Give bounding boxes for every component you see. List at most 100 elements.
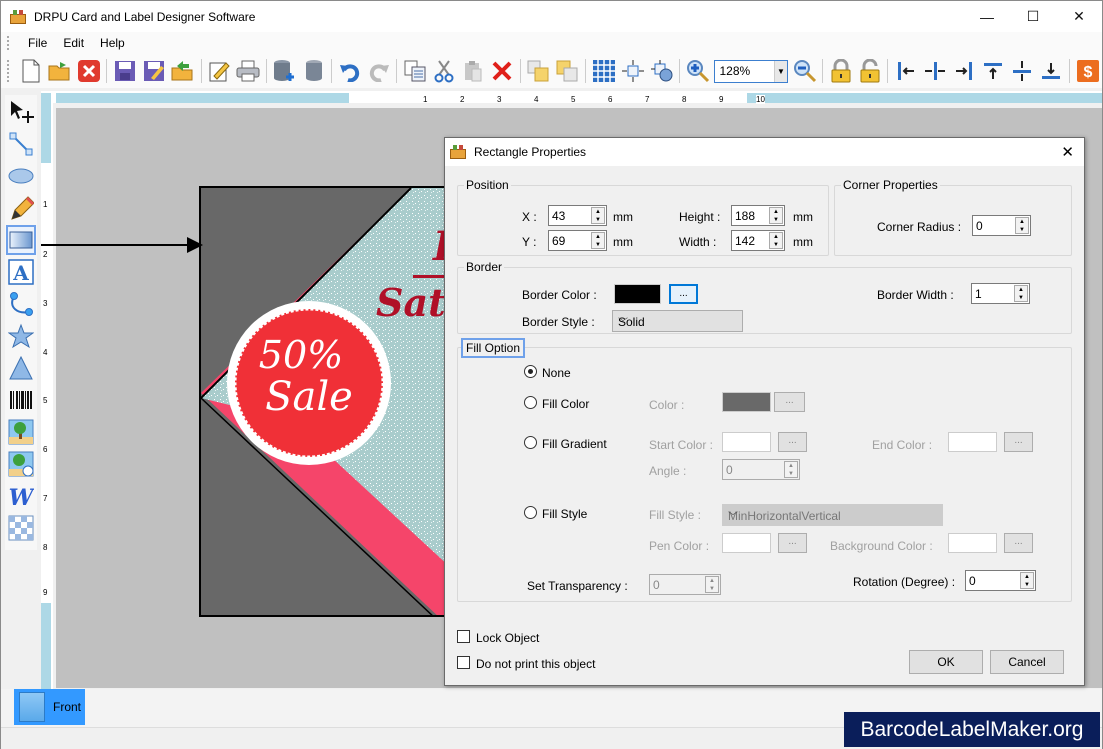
border-color-picker-button[interactable]: ... (669, 284, 698, 304)
align-center-button[interactable] (922, 58, 947, 84)
text-tool[interactable]: A (6, 257, 36, 287)
lock-button[interactable] (828, 58, 853, 84)
zoom-level-select[interactable]: 128% ▼ (714, 59, 788, 83)
lock-object-checkbox[interactable] (457, 630, 470, 643)
align-middle-button[interactable] (1010, 58, 1035, 84)
unlock-button[interactable] (857, 58, 882, 84)
x-spinner[interactable]: ▲ ▼ (591, 207, 605, 224)
fill-gradient-radio[interactable] (524, 436, 537, 449)
ok-button[interactable]: OK (909, 650, 983, 674)
database-add-button[interactable] (272, 58, 297, 84)
width-spinner[interactable]: ▲ ▼ (769, 232, 783, 249)
wordart-tool[interactable]: W (6, 481, 36, 511)
cancel-button[interactable]: Cancel (990, 650, 1064, 674)
new-button[interactable] (18, 58, 43, 84)
redo-button[interactable] (366, 58, 391, 84)
fill-color-label[interactable]: Fill Color (542, 397, 589, 411)
border-style-select[interactable]: Solid ﹀ (612, 310, 743, 332)
close-file-button[interactable] (76, 58, 101, 84)
zoom-out-button[interactable] (792, 58, 817, 84)
menu-file[interactable]: File (20, 36, 55, 50)
align-right-button[interactable] (952, 58, 977, 84)
height-spinner[interactable]: ▲ ▼ (769, 207, 783, 224)
fill-style-radio[interactable] (524, 506, 537, 519)
image-library-tool[interactable] (6, 449, 36, 479)
width-input[interactable]: 142 ▲ ▼ (731, 230, 785, 251)
rotation-input[interactable]: 0 ▲ ▼ (965, 570, 1036, 591)
undo-button[interactable] (337, 58, 362, 84)
menu-edit[interactable]: Edit (55, 36, 92, 50)
do-not-print-label[interactable]: Do not print this object (476, 657, 595, 671)
minimize-button[interactable]: — (964, 1, 1010, 32)
height-unit: mm (793, 210, 813, 224)
rotate-settings-button[interactable] (649, 58, 674, 84)
dialog-close-button[interactable]: ✕ (1061, 143, 1074, 161)
fill-none-label[interactable]: None (542, 366, 571, 380)
border-color-swatch[interactable] (614, 284, 661, 304)
triangle-tool[interactable] (6, 353, 36, 383)
center-icon (621, 60, 644, 82)
database-button[interactable] (301, 58, 326, 84)
paste-button[interactable] (461, 58, 486, 84)
cut-button[interactable] (431, 58, 456, 84)
corner-radius-input[interactable]: 0 ▲ ▼ (972, 215, 1031, 236)
lock-object-label[interactable]: Lock Object (476, 631, 539, 645)
corner-radius-spinner[interactable]: ▲ ▼ (1015, 217, 1029, 234)
fill-none-radio[interactable] (524, 365, 537, 378)
watermark-icon (8, 515, 34, 541)
rectangle-tool[interactable] (6, 225, 36, 255)
pencil-tool[interactable] (6, 193, 36, 223)
save-button[interactable] (112, 58, 137, 84)
grid-button[interactable] (591, 58, 616, 84)
menu-help[interactable]: Help (92, 36, 133, 50)
start-color-picker-button: ... (778, 432, 807, 452)
save-as-button[interactable] (141, 58, 166, 84)
rotation-spinner[interactable]: ▲ ▼ (1020, 572, 1034, 589)
watermark-tool[interactable] (6, 513, 36, 543)
curve-tool[interactable] (6, 289, 36, 319)
line-tool[interactable] (6, 129, 36, 159)
card-design[interactable]: 50% Sale Sat I (199, 186, 449, 617)
x-input[interactable]: 43 ▲ ▼ (548, 205, 607, 226)
ruler-tick: 9 (43, 588, 48, 597)
bring-front-button[interactable] (526, 58, 551, 84)
border-legend: Border (464, 260, 505, 274)
tab-front[interactable]: Front (14, 689, 85, 725)
print-button[interactable] (236, 58, 261, 84)
barcode-tool[interactable] (6, 385, 36, 415)
border-width-input[interactable]: 1 ▲ ▼ (971, 283, 1030, 304)
image-tool[interactable] (6, 417, 36, 447)
zoom-level-value: 128% (719, 64, 751, 78)
align-left-button[interactable] (893, 58, 918, 84)
zoom-dropdown-arrow[interactable]: ▼ (773, 60, 787, 82)
curve-icon (10, 292, 33, 316)
center-button[interactable] (620, 58, 645, 84)
close-button[interactable]: ✕ (1056, 1, 1102, 32)
y-spinner[interactable]: ▲ ▼ (591, 232, 605, 249)
delete-button[interactable] (490, 58, 515, 84)
border-width-spinner[interactable]: ▲ ▼ (1014, 285, 1028, 302)
pointer-tool[interactable] (6, 97, 36, 127)
send-back-button[interactable] (555, 58, 580, 84)
fill-style-label[interactable]: Fill Style (542, 507, 587, 521)
ellipse-tool[interactable] (6, 161, 36, 191)
align-bottom-button[interactable] (1039, 58, 1064, 84)
copy-button[interactable] (402, 58, 427, 84)
y-input[interactable]: 69 ▲ ▼ (548, 230, 607, 251)
align-top-button[interactable] (981, 58, 1006, 84)
price-button[interactable]: $ (1075, 58, 1100, 84)
zoom-in-button[interactable] (685, 58, 710, 84)
ruler-tick: 3 (497, 95, 502, 104)
edit-button[interactable] (207, 58, 232, 84)
fill-color-radio[interactable] (524, 396, 537, 409)
star-tool[interactable] (6, 321, 36, 351)
ruler-tick: 5 (43, 396, 48, 405)
do-not-print-checkbox[interactable] (457, 656, 470, 669)
save-as-icon (144, 61, 164, 81)
maximize-button[interactable]: ☐ (1010, 1, 1056, 32)
export-button[interactable] (171, 58, 196, 84)
height-input[interactable]: 188 ▲ ▼ (731, 205, 785, 226)
open-button[interactable] (47, 58, 72, 84)
fill-gradient-label[interactable]: Fill Gradient (542, 437, 607, 451)
border-width-label: Border Width : (877, 288, 954, 302)
